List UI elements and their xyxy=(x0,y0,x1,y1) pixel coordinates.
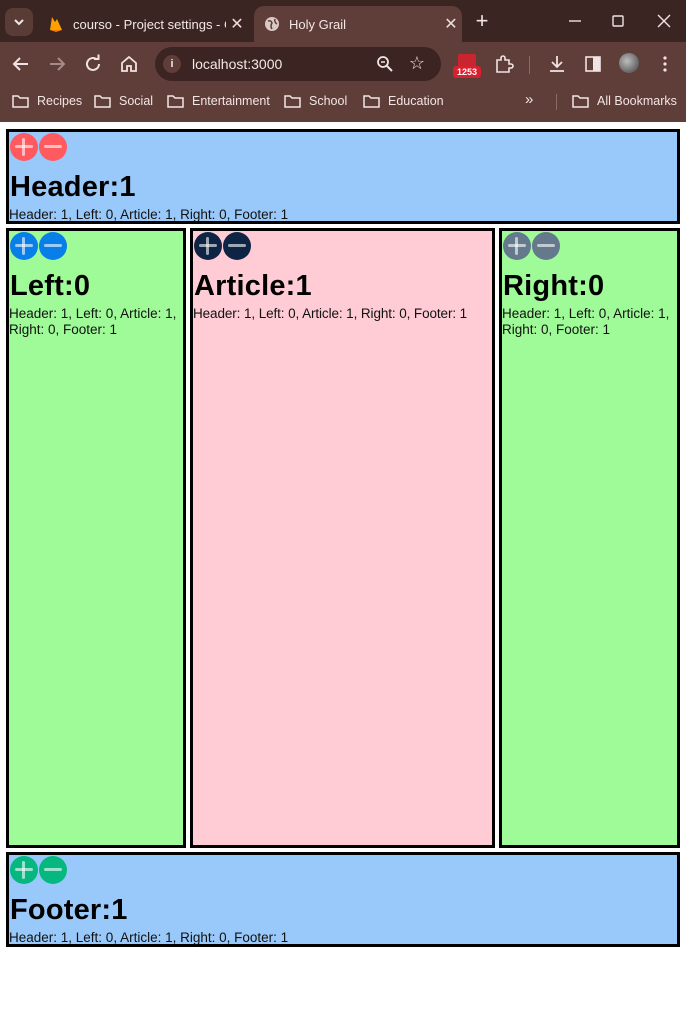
puzzle-icon xyxy=(496,55,514,73)
bookmark-star-icon[interactable]: ☆ xyxy=(407,53,427,73)
bookmarks-bar: Recipes Social Entertainment School Educ… xyxy=(0,86,686,116)
back-button[interactable] xyxy=(9,52,33,76)
arrow-right-icon xyxy=(50,57,66,71)
folder-icon xyxy=(572,94,589,108)
left-title: Left:0 xyxy=(10,270,91,302)
article-decrement-button[interactable] xyxy=(223,232,251,260)
download-icon xyxy=(550,56,564,72)
tab-title: courso - Project settings - C xyxy=(73,16,226,32)
bookmark-label: Recipes xyxy=(37,94,83,108)
chevron-down-icon xyxy=(14,19,24,26)
bookmark-label: All Bookmarks xyxy=(597,94,677,108)
tab-holy-grail[interactable]: Holy Grail ✕ xyxy=(254,6,462,42)
profile-avatar[interactable] xyxy=(619,53,639,73)
globe-icon xyxy=(264,16,280,32)
footer-stats: Header: 1, Left: 0, Article: 1, Right: 0… xyxy=(9,930,289,945)
bookmarks-divider xyxy=(556,94,557,110)
bookmark-label: Entertainment xyxy=(192,94,270,108)
footer-controls xyxy=(10,856,68,886)
footer-decrement-button[interactable] xyxy=(39,856,67,884)
bookmark-education[interactable]: Education xyxy=(363,92,444,110)
folder-icon xyxy=(363,94,380,108)
zoom-icon[interactable] xyxy=(375,54,395,74)
right-stats: Header: 1, Left: 0, Article: 1, Right: 0… xyxy=(502,306,670,337)
left-decrement-button[interactable] xyxy=(39,232,67,260)
all-bookmarks[interactable]: All Bookmarks xyxy=(572,92,677,110)
right-panel: Right:0 Header: 1, Left: 0, Article: 1, … xyxy=(499,228,680,848)
reload-icon xyxy=(86,54,100,71)
folder-icon xyxy=(167,94,184,108)
article-panel: Article:1 Header: 1, Left: 0, Article: 1… xyxy=(190,228,495,848)
side-panel-button[interactable] xyxy=(582,53,604,75)
header-controls xyxy=(10,133,68,163)
toolbar-divider xyxy=(529,56,530,74)
left-stats: Header: 1, Left: 0, Article: 1, Right: 0… xyxy=(9,306,177,337)
tab-title: Holy Grail xyxy=(289,16,347,32)
chevron-double-right-icon[interactable]: » xyxy=(525,91,533,108)
bookmark-label: Social xyxy=(119,94,154,108)
site-info-icon[interactable]: i xyxy=(163,55,181,73)
article-title: Article:1 xyxy=(194,270,312,302)
maximize-icon xyxy=(612,15,624,27)
right-title: Right:0 xyxy=(503,270,605,302)
left-panel: Left:0 Header: 1, Left: 0, Article: 1, R… xyxy=(6,228,186,848)
close-icon xyxy=(657,14,671,28)
close-window-button[interactable] xyxy=(644,8,684,34)
gmail-extension-button[interactable]: 1253 xyxy=(453,54,481,80)
folder-icon xyxy=(94,94,111,108)
bookmark-label: Education xyxy=(388,94,444,108)
bookmark-entertainment[interactable]: Entertainment xyxy=(167,92,270,110)
folder-icon xyxy=(12,94,29,108)
chrome-edge xyxy=(0,116,686,122)
home-button[interactable] xyxy=(117,52,141,76)
browser-toolbar: i localhost:3000 ☆ 1253 xyxy=(0,42,686,86)
firebase-icon xyxy=(48,16,64,32)
header-stats: Header: 1, Left: 0, Article: 1, Right: 0… xyxy=(9,207,289,222)
tab-project-settings[interactable]: courso - Project settings - C ✕ xyxy=(38,6,248,42)
left-controls xyxy=(10,232,68,262)
maximize-button[interactable] xyxy=(598,8,638,34)
extensions-button[interactable] xyxy=(493,53,515,75)
home-icon xyxy=(121,55,137,72)
left-increment-button[interactable] xyxy=(10,232,38,260)
more-vertical-icon xyxy=(663,56,667,72)
footer-increment-button[interactable] xyxy=(10,856,38,884)
article-controls xyxy=(194,232,252,262)
footer-panel: Footer:1 Header: 1, Left: 0, Article: 1,… xyxy=(6,852,680,947)
address-bar[interactable]: i localhost:3000 ☆ xyxy=(155,47,441,81)
downloads-button[interactable] xyxy=(546,53,568,75)
header-decrement-button[interactable] xyxy=(39,133,67,161)
bookmark-social[interactable]: Social xyxy=(94,92,153,110)
new-tab-button[interactable]: + xyxy=(470,9,494,33)
right-increment-button[interactable] xyxy=(503,232,531,260)
menu-button[interactable] xyxy=(654,53,676,75)
extension-badge-count: 1253 xyxy=(453,66,481,78)
header-title: Header:1 xyxy=(10,171,136,203)
tab-search-button[interactable] xyxy=(5,8,33,36)
bookmark-recipes[interactable]: Recipes xyxy=(12,92,82,110)
minimize-icon xyxy=(569,20,581,22)
address-url: localhost:3000 xyxy=(192,56,283,72)
article-stats: Header: 1, Left: 0, Article: 1, Right: 0… xyxy=(193,306,468,321)
header-panel: Header:1 Header: 1, Left: 0, Article: 1,… xyxy=(6,129,680,224)
reload-button[interactable] xyxy=(81,52,105,76)
bookmark-school[interactable]: School xyxy=(284,92,347,110)
footer-title: Footer:1 xyxy=(10,894,128,926)
header-increment-button[interactable] xyxy=(10,133,38,161)
side-panel-icon xyxy=(585,56,601,72)
minimize-button[interactable] xyxy=(555,8,595,34)
close-tab-icon[interactable]: ✕ xyxy=(226,14,248,34)
right-controls xyxy=(503,232,561,262)
close-tab-icon[interactable]: ✕ xyxy=(440,14,462,34)
folder-icon xyxy=(284,94,301,108)
bookmark-label: School xyxy=(309,94,348,108)
arrow-left-icon xyxy=(12,57,28,71)
article-increment-button[interactable] xyxy=(194,232,222,260)
right-decrement-button[interactable] xyxy=(532,232,560,260)
tab-strip: courso - Project settings - C ✕ Holy Gra… xyxy=(0,0,686,42)
forward-button[interactable] xyxy=(45,52,69,76)
